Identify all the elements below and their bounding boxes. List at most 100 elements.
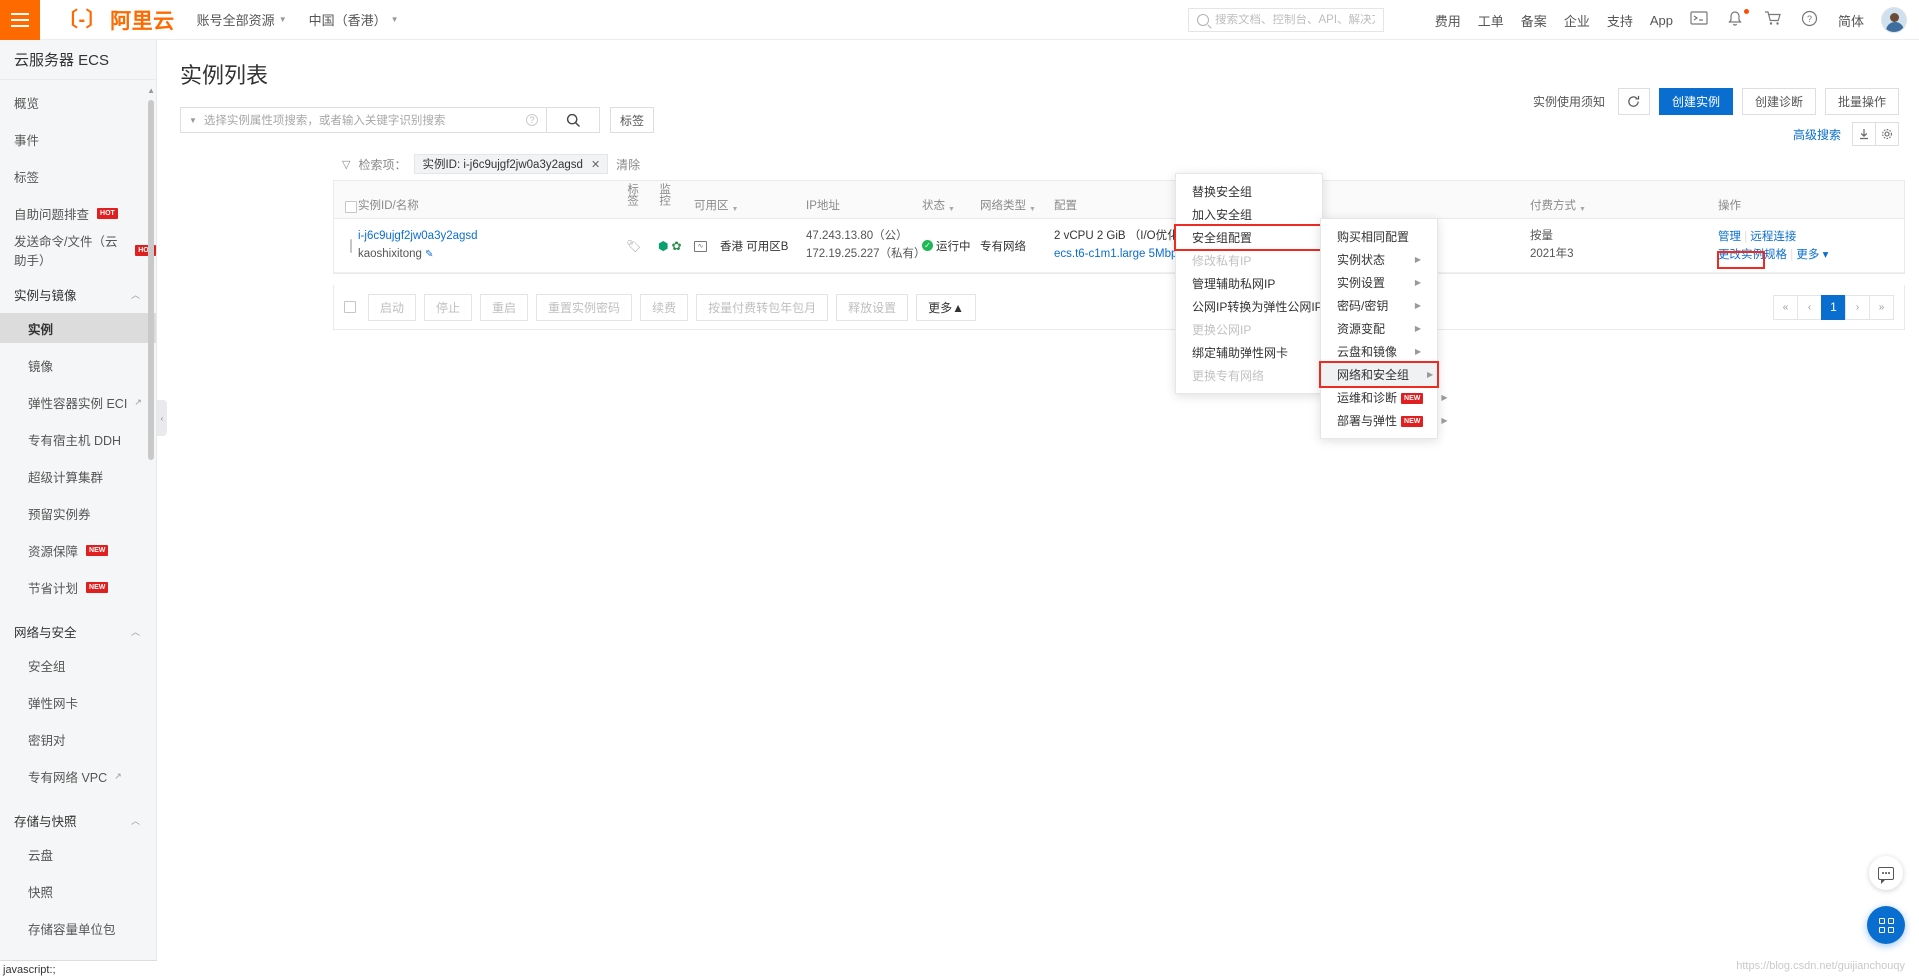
create-diagnosis-button[interactable]: 创建诊断: [1741, 88, 1816, 115]
top-nav-app[interactable]: App: [1650, 13, 1673, 28]
aliyun-logo[interactable]: 〔-〕 阿里云: [58, 5, 175, 35]
sidebar-scroll-up-icon[interactable]: ▲: [147, 86, 155, 95]
clear-criteria-link[interactable]: 清除: [616, 156, 640, 173]
menu-item-manage-secondary-private-ip[interactable]: 管理辅助私网IP: [1176, 272, 1322, 295]
menu-item-replace-security-group[interactable]: 替换安全组: [1176, 180, 1322, 203]
instance-id-link[interactable]: i-j6c9ujgf2jw0a3y2agsd: [358, 229, 626, 244]
grid-icon[interactable]: [1867, 906, 1905, 944]
page-1-button[interactable]: 1: [1821, 294, 1846, 320]
action-change-spec-link[interactable]: 更改实例规格: [1718, 249, 1787, 261]
menu-item-disk-image[interactable]: 云盘和镜像 ▶: [1321, 340, 1437, 363]
flower-icon[interactable]: ✿: [671, 239, 681, 253]
sidebar-item-self-troubleshoot[interactable]: 自助问题排查 HOT: [0, 198, 156, 228]
menu-item-password-key[interactable]: 密码/密钥 ▶: [1321, 294, 1437, 317]
sidebar-item-scc[interactable]: 超级计算集群: [0, 461, 156, 491]
convert-to-subscription-button[interactable]: 按量付费转包年包月: [696, 293, 829, 321]
menu-item-security-group-config[interactable]: 安全组配置: [1174, 224, 1324, 251]
criteria-chip[interactable]: 实例ID: i-j6c9ujgf2jw0a3y2agsd ✕: [414, 154, 609, 174]
bulk-select-checkbox[interactable]: [344, 301, 356, 313]
sidebar-scrollbar[interactable]: [148, 100, 154, 460]
sidebar-item-images[interactable]: 镜像: [0, 350, 156, 380]
action-remote-connect-link[interactable]: 远程连接: [1750, 231, 1796, 243]
release-settings-button[interactable]: 释放设置: [836, 293, 909, 321]
cart-icon[interactable]: [1764, 10, 1784, 30]
refresh-button[interactable]: [1617, 88, 1650, 115]
advanced-search-link[interactable]: 高级搜索: [1793, 126, 1841, 143]
hamburger-icon[interactable]: [0, 0, 40, 40]
sidebar-item-cloud-disk[interactable]: 云盘: [0, 839, 156, 869]
terminal-icon[interactable]: [1690, 10, 1710, 30]
sidebar-item-events[interactable]: 事件: [0, 124, 156, 154]
create-instance-button[interactable]: 创建实例: [1658, 88, 1733, 115]
select-all-checkbox[interactable]: [345, 201, 357, 213]
sidebar-item-savings-plan[interactable]: 节省计划 NEW: [0, 572, 156, 602]
menu-item-instance-settings[interactable]: 实例设置 ▶: [1321, 271, 1437, 294]
renew-button[interactable]: 续费: [640, 293, 689, 321]
global-search-input[interactable]: [1215, 14, 1375, 26]
top-nav-enterprise[interactable]: 企业: [1564, 11, 1590, 30]
help-icon[interactable]: ?: [526, 114, 538, 126]
menu-item-join-security-group[interactable]: 加入安全组: [1176, 203, 1322, 226]
sidebar-item-scu[interactable]: 存储容量单位包: [0, 913, 156, 943]
sidebar-item-reserved-instance[interactable]: 预留实例券: [0, 498, 156, 528]
top-nav-tickets[interactable]: 工单: [1478, 11, 1504, 30]
instance-usage-notice-link[interactable]: 实例使用须知: [1533, 93, 1605, 110]
start-button[interactable]: 启动: [368, 293, 417, 321]
sidebar-item-eci[interactable]: 弹性容器实例 ECI ↗: [0, 387, 156, 417]
sidebar-item-key-pair[interactable]: 密钥对: [0, 724, 156, 754]
action-more-dropdown[interactable]: 更多 ▾: [1796, 249, 1828, 261]
action-manage-link[interactable]: 管理: [1718, 231, 1741, 243]
region-selector[interactable]: 中国（香港） ▼: [309, 10, 399, 29]
sidebar-item-snapshot[interactable]: 快照: [0, 876, 156, 906]
gear-icon[interactable]: [1875, 122, 1899, 146]
sidebar-item-vpc[interactable]: 专有网络 VPC ↗: [0, 761, 156, 791]
global-search[interactable]: [1188, 8, 1384, 32]
menu-item-resource-change[interactable]: 资源变配 ▶: [1321, 317, 1437, 340]
sidebar-item-overview[interactable]: 概览: [0, 87, 156, 117]
monitor-icon[interactable]: ∿: [694, 240, 707, 252]
column-header-zone[interactable]: 可用区 ▼: [694, 197, 806, 213]
column-header-network-type[interactable]: 网络类型 ▼: [980, 197, 1054, 213]
tag-icon[interactable]: 🏷: [626, 239, 641, 253]
menu-item-deploy-elasticity[interactable]: 部署与弹性 NEW ▶: [1321, 409, 1448, 432]
page-last-button[interactable]: »: [1869, 294, 1894, 320]
close-icon[interactable]: ✕: [591, 158, 600, 171]
tag-filter-button[interactable]: 标签: [610, 107, 654, 133]
shield-icon[interactable]: ⬢: [658, 239, 668, 253]
stop-button[interactable]: 停止: [424, 293, 473, 321]
sidebar-item-instances[interactable]: 实例: [0, 313, 156, 343]
menu-item-buy-same-config[interactable]: 购买相同配置: [1321, 225, 1437, 248]
page-next-button[interactable]: ›: [1845, 294, 1870, 320]
sidebar-group-network-security[interactable]: 网络与安全 ︿: [0, 616, 156, 646]
top-nav-icp[interactable]: 备案: [1521, 11, 1547, 30]
menu-item-instance-status[interactable]: 实例状态 ▶: [1321, 248, 1437, 271]
reset-password-button[interactable]: 重置实例密码: [536, 293, 633, 321]
sidebar-item-eni[interactable]: 弹性网卡: [0, 687, 156, 717]
sidebar-collapse-handle[interactable]: ‹: [157, 400, 167, 436]
sidebar-item-ddh[interactable]: 专有宿主机 DDH: [0, 424, 156, 454]
language-switch[interactable]: 简体: [1838, 11, 1864, 30]
sidebar-item-security-group[interactable]: 安全组: [0, 650, 156, 680]
page-prev-button[interactable]: ‹: [1797, 294, 1822, 320]
download-icon[interactable]: [1852, 122, 1876, 146]
row-checkbox[interactable]: [350, 238, 352, 253]
menu-item-bind-secondary-eni[interactable]: 绑定辅助弹性网卡: [1176, 341, 1322, 364]
menu-item-network-and-security-group[interactable]: 网络和安全组 ▶: [1319, 361, 1439, 388]
search-button[interactable]: [547, 107, 600, 133]
restart-button[interactable]: 重启: [480, 293, 529, 321]
bell-icon[interactable]: [1727, 9, 1749, 30]
top-nav-fees[interactable]: 费用: [1435, 11, 1461, 30]
attribute-search-input[interactable]: ▼ 选择实例属性项搜索，或者输入关键字识别搜索 ?: [180, 107, 547, 133]
column-header-status[interactable]: 状态 ▼: [922, 197, 980, 213]
batch-operations-button[interactable]: 批量操作: [1824, 88, 1899, 115]
help-icon[interactable]: ?: [1801, 10, 1821, 30]
more-actions-button[interactable]: 更多▲: [916, 293, 976, 321]
top-nav-support[interactable]: 支持: [1607, 11, 1633, 30]
sidebar-item-send-command[interactable]: 发送命令/文件（云助手） HOT: [0, 235, 156, 268]
avatar[interactable]: [1881, 7, 1907, 33]
sidebar-group-storage-snapshot[interactable]: 存储与快照 ︿: [0, 805, 156, 835]
menu-item-ops-diagnostics[interactable]: 运维和诊断 NEW ▶: [1321, 386, 1448, 409]
resource-scope-selector[interactable]: 账号全部资源 ▼: [197, 10, 287, 29]
column-header-billing[interactable]: 付费方式 ▼: [1530, 197, 1718, 213]
chat-icon[interactable]: [1869, 856, 1903, 890]
